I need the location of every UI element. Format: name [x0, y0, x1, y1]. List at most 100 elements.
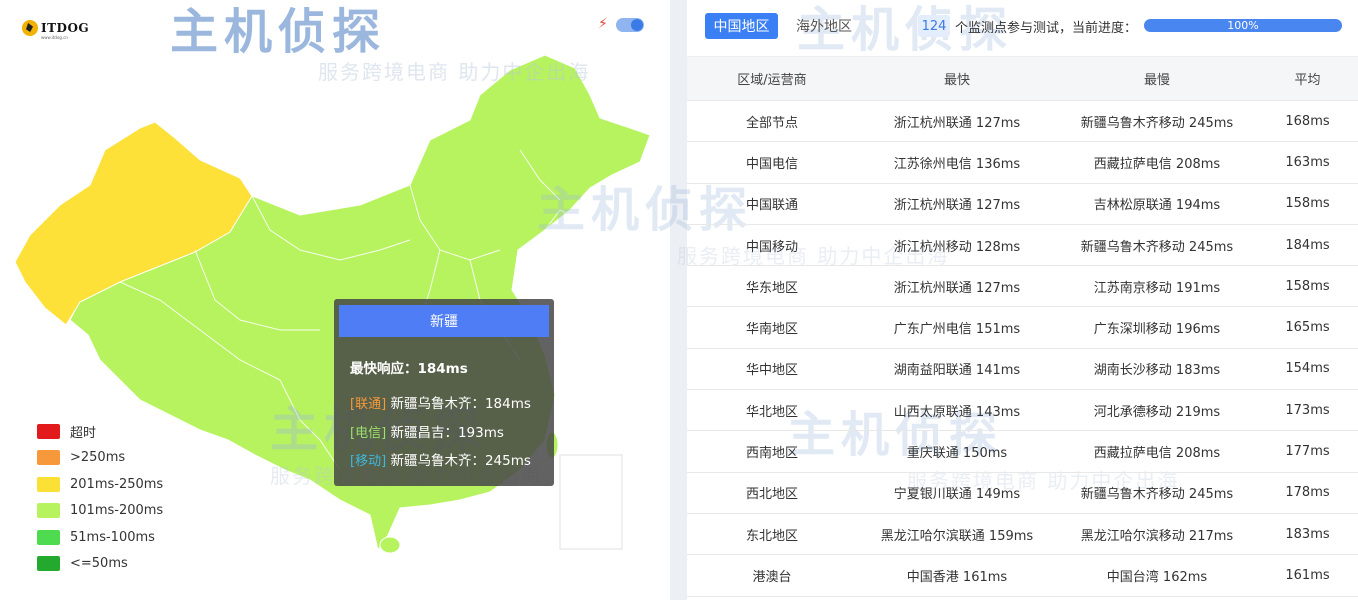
- app-root: 主机侦探 服务跨境电商 助力中企出海 主机侦探 服务跨境电商 助力中企出海 IT…: [0, 0, 1358, 600]
- legend-swatch: [37, 424, 60, 439]
- legend-swatch: [37, 503, 60, 518]
- table-cell: 西南地区: [687, 431, 857, 471]
- table-row[interactable]: 东北地区黑龙江哈尔滨联通 159ms黑龙江哈尔滨移动 217ms183ms: [687, 514, 1358, 555]
- table-header-row: 区域/运营商最快最慢平均: [687, 57, 1358, 101]
- legend-label: 101ms-200ms: [70, 503, 163, 518]
- map-toggle-switch[interactable]: [616, 18, 644, 32]
- table-cell: 华北地区: [687, 390, 857, 430]
- legend-item[interactable]: 101ms-200ms: [37, 498, 163, 525]
- toggle-knob: [631, 19, 643, 31]
- tooltip-fastest: 最快响应：184ms: [350, 357, 468, 377]
- lightning-icon: ⚡: [598, 16, 608, 32]
- table-cell: 新疆乌鲁木齐移动 245ms: [1057, 101, 1257, 141]
- table-cell: 163ms: [1257, 142, 1358, 182]
- table-row[interactable]: 中国联通浙江杭州联通 127ms吉林松原联通 194ms158ms: [687, 184, 1358, 225]
- tab-china-region[interactable]: 中国地区: [705, 13, 778, 39]
- table-cell: 湖南长沙移动 183ms: [1057, 349, 1257, 389]
- progress-percent: 100%: [1144, 19, 1342, 32]
- table-cell: 中国联通: [687, 184, 857, 224]
- table-cell: 168ms: [1257, 101, 1358, 141]
- legend-item[interactable]: >250ms: [37, 445, 163, 472]
- legend-label: <=50ms: [70, 556, 128, 571]
- legend-swatch: [37, 477, 60, 492]
- table-cell: 178ms: [1257, 473, 1358, 513]
- column-header: 最慢: [1057, 57, 1257, 100]
- legend-item[interactable]: 超时: [37, 418, 163, 445]
- table-row[interactable]: 西北地区宁夏银川联通 149ms新疆乌鲁木齐移动 245ms178ms: [687, 473, 1358, 514]
- legend-swatch: [37, 556, 60, 571]
- table-cell: 183ms: [1257, 514, 1358, 554]
- table-cell: 湖南益阳联通 141ms: [857, 349, 1057, 389]
- table-cell: 158ms: [1257, 184, 1358, 224]
- logo-subtext: www.itdog.cn: [41, 35, 68, 40]
- table-cell: 184ms: [1257, 225, 1358, 265]
- legend-label: >250ms: [70, 450, 125, 465]
- progress-bar: 100%: [1144, 19, 1342, 32]
- tab-overseas-region[interactable]: 海外地区: [785, 13, 863, 39]
- results-panel: 主机侦探 服务跨境电商 助力中企出海 主机侦探 服务跨境电商 助力中企出海 主机…: [687, 0, 1358, 600]
- table-row[interactable]: 华南地区广东广州电信 151ms广东深圳移动 196ms165ms: [687, 307, 1358, 348]
- tooltip-line-telecom: [电信] 新疆昌吉：193ms: [350, 421, 504, 441]
- region-tooltip: 新疆 最快响应：184ms [联通] 新疆乌鲁木齐：184ms [电信] 新疆昌…: [334, 299, 554, 486]
- logo-text: ITDOG: [41, 21, 89, 35]
- table-cell: 西藏拉萨电信 208ms: [1057, 431, 1257, 471]
- progress-label: 个监测点参与测试，当前进度：: [955, 17, 1137, 36]
- legend-swatch: [37, 450, 60, 465]
- column-header: 最快: [857, 57, 1057, 100]
- legend-item[interactable]: <=50ms: [37, 551, 163, 578]
- table-cell: 吉林松原联通 194ms: [1057, 184, 1257, 224]
- table-row[interactable]: 港澳台中国香港 161ms中国台湾 162ms161ms: [687, 555, 1358, 596]
- table-cell: 中国移动: [687, 225, 857, 265]
- table-cell: 宁夏银川联通 149ms: [857, 473, 1057, 513]
- table-row[interactable]: 华中地区湖南益阳联通 141ms湖南长沙移动 183ms154ms: [687, 349, 1358, 390]
- table-cell: 158ms: [1257, 266, 1358, 306]
- map-panel: 主机侦探 服务跨境电商 助力中企出海 主机侦探 服务跨境电商 助力中企出海 IT…: [0, 0, 670, 600]
- legend-item[interactable]: 51ms-100ms: [37, 524, 163, 551]
- table-row[interactable]: 西南地区重庆联通 150ms西藏拉萨电信 208ms177ms: [687, 431, 1358, 472]
- tooltip-tag: [电信]: [350, 426, 386, 441]
- itdog-logo[interactable]: ITDOG www.itdog.cn: [22, 20, 89, 36]
- tooltip-tag: [联通]: [350, 397, 386, 412]
- table-cell: 154ms: [1257, 349, 1358, 389]
- table-cell: 重庆联通 150ms: [857, 431, 1057, 471]
- tooltip-line-text: 新疆乌鲁木齐：245ms: [390, 453, 530, 469]
- table-cell: 黑龙江哈尔滨移动 217ms: [1057, 514, 1257, 554]
- table-row[interactable]: 中国电信江苏徐州电信 136ms西藏拉萨电信 208ms163ms: [687, 142, 1358, 183]
- table-cell: 新疆乌鲁木齐移动 245ms: [1057, 473, 1257, 513]
- legend-label: 201ms-250ms: [70, 477, 163, 492]
- column-header: 区域/运营商: [687, 57, 857, 100]
- table-cell: 浙江杭州联通 127ms: [857, 184, 1057, 224]
- logo-icon: [22, 20, 38, 36]
- legend-item[interactable]: 201ms-250ms: [37, 471, 163, 498]
- table-cell: 山西太原联通 143ms: [857, 390, 1057, 430]
- column-header: 平均: [1257, 57, 1358, 100]
- table-cell: 浙江杭州联通 127ms: [857, 101, 1057, 141]
- table-cell: 全部节点: [687, 101, 857, 141]
- table-cell: 新疆乌鲁木齐移动 245ms: [1057, 225, 1257, 265]
- table-cell: 浙江杭州移动 128ms: [857, 225, 1057, 265]
- table-cell: 中国香港 161ms: [857, 555, 1057, 595]
- table-cell: 华东地区: [687, 266, 857, 306]
- table-cell: 161ms: [1257, 555, 1358, 595]
- tooltip-title: 新疆: [339, 305, 549, 337]
- table-row[interactable]: 全部节点浙江杭州联通 127ms新疆乌鲁木齐移动 245ms168ms: [687, 101, 1358, 142]
- panel-divider: [670, 0, 687, 600]
- south-sea-inset: [560, 455, 622, 549]
- table-cell: 177ms: [1257, 431, 1358, 471]
- table-row[interactable]: 华东地区浙江杭州联通 127ms江苏南京移动 191ms158ms: [687, 266, 1358, 307]
- tooltip-tag: [移动]: [350, 454, 386, 469]
- table-cell: 广东广州电信 151ms: [857, 307, 1057, 347]
- table-cell: 东北地区: [687, 514, 857, 554]
- table-row[interactable]: 中国移动浙江杭州移动 128ms新疆乌鲁木齐移动 245ms184ms: [687, 225, 1358, 266]
- table-cell: 西藏拉萨电信 208ms: [1057, 142, 1257, 182]
- table-cell: 江苏徐州电信 136ms: [857, 142, 1057, 182]
- results-table: 区域/运营商最快最慢平均全部节点浙江杭州联通 127ms新疆乌鲁木齐移动 245…: [687, 57, 1358, 597]
- table-cell: 黑龙江哈尔滨联通 159ms: [857, 514, 1057, 554]
- map-region-hainan[interactable]: [380, 537, 400, 553]
- table-row[interactable]: 华北地区山西太原联通 143ms河北承德移动 219ms173ms: [687, 390, 1358, 431]
- table-cell: 173ms: [1257, 390, 1358, 430]
- node-count-badge: 124: [918, 15, 950, 37]
- legend-label: 超时: [70, 422, 96, 441]
- tooltip-line-mobile: [移动] 新疆乌鲁木齐：245ms: [350, 449, 531, 469]
- table-cell: 河北承德移动 219ms: [1057, 390, 1257, 430]
